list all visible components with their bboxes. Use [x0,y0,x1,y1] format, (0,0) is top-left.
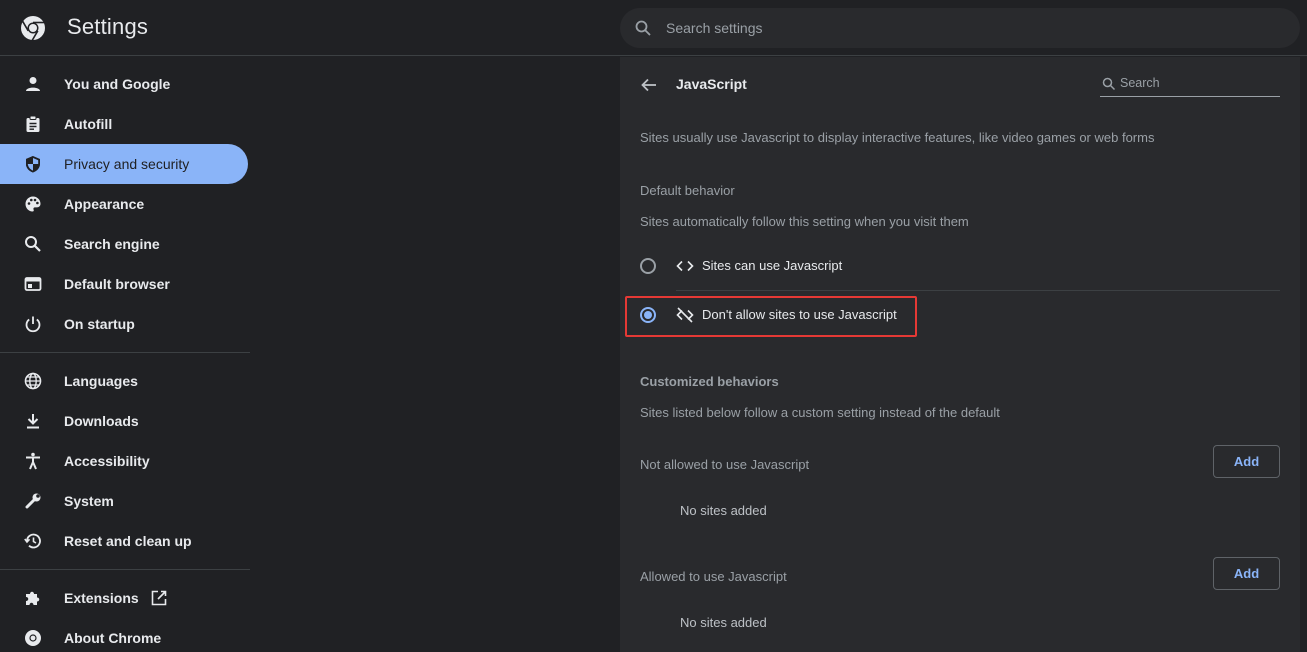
search-icon [635,20,651,36]
sidebar-item-label: Autofill [64,116,113,132]
sidebar-item-label: Accessibility [64,453,150,469]
person-icon [26,77,40,91]
sidebar-item-reset-and-clean-up[interactable]: Reset and clean up [0,521,248,561]
power-icon [25,316,41,333]
sidebar-item-on-startup[interactable]: On startup [0,304,248,344]
customized-behaviors-heading: Customized behaviors [640,374,779,389]
page-description: Sites usually use Javascript to display … [640,130,1155,145]
sidebar-item-label: Appearance [64,196,145,212]
search-icon [25,236,41,252]
sidebar-item-label: You and Google [64,76,171,92]
globe-icon [24,372,42,390]
sidebar-item-label: About Chrome [64,630,162,646]
puzzle-icon [26,591,40,605]
sidebar-item-languages[interactable]: Languages [0,361,248,401]
customized-behaviors-description: Sites listed below follow a custom setti… [640,405,1000,420]
sidebar-divider [0,569,250,570]
allowed-empty-text: No sites added [680,615,767,630]
sidebar-item-you-and-google[interactable]: You and Google [0,64,248,104]
sidebar-item-appearance[interactable]: Appearance [0,184,248,224]
javascript-settings-panel: JavaScript Sites usually use Javascript … [620,57,1300,652]
search-icon [1102,77,1116,91]
sidebar-item-privacy-and-security[interactable]: Privacy and security [0,144,248,184]
settings-search-box[interactable] [620,8,1300,48]
sidebar-item-about-chrome[interactable]: About Chrome [0,618,248,652]
browser-window-icon [24,277,42,291]
sidebar-item-label: Default browser [64,276,170,292]
sidebar-item-label: Privacy and security [64,156,190,172]
sidebar-divider [0,352,250,353]
sidebar-item-default-browser[interactable]: Default browser [0,264,248,304]
app-title: Settings [67,14,149,39]
page-title: JavaScript [676,76,747,92]
not-allowed-label: Not allowed to use Javascript [640,457,810,472]
sidebar: You and Google Autofill Privacy and secu… [0,57,250,652]
sidebar-item-label: System [64,493,114,509]
settings-search-input[interactable] [666,8,1266,48]
sidebar-item-downloads[interactable]: Downloads [0,401,248,441]
add-allowed-button[interactable]: Add [1213,557,1280,590]
allowed-label: Allowed to use Javascript [640,569,787,584]
download-icon [27,414,39,429]
option-divider [676,290,1280,291]
open-in-new-icon [151,590,167,606]
code-icon [676,260,694,272]
restore-icon [24,533,41,549]
sidebar-item-system[interactable]: System [0,481,248,521]
sidebar-item-label: Extensions [64,590,139,606]
wrench-icon [25,493,41,509]
sidebar-item-accessibility[interactable]: Accessibility [0,441,248,481]
add-not-allowed-button[interactable]: Add [1213,445,1280,478]
not-allowed-empty-text: No sites added [680,503,767,518]
accessibility-icon [26,452,40,470]
default-behavior-description: Sites automatically follow this setting … [640,214,969,229]
javascript-search-box[interactable] [1100,71,1280,97]
javascript-search-input[interactable] [1120,71,1278,95]
radio-button[interactable] [640,258,656,274]
highlight-box [625,296,917,337]
sidebar-item-search-engine[interactable]: Search engine [0,224,248,264]
sidebar-item-label: Reset and clean up [64,533,192,549]
chrome-icon [25,630,41,646]
sidebar-item-label: On startup [64,316,135,332]
radio-label: Sites can use Javascript [702,258,843,273]
clipboard-icon [26,115,40,132]
sidebar-item-label: Search engine [64,236,160,252]
shield-icon [26,156,40,173]
palette-icon [25,196,41,212]
default-behavior-heading: Default behavior [640,183,735,198]
sidebar-item-label: Downloads [64,413,139,429]
sidebar-item-extensions[interactable]: Extensions [0,578,248,618]
sidebar-item-label: Languages [64,373,138,389]
radio-option-allow-javascript[interactable]: Sites can use Javascript [640,246,1280,286]
top-bar: Settings [0,0,1307,56]
back-arrow-icon[interactable] [640,76,658,94]
sidebar-item-autofill[interactable]: Autofill [0,104,248,144]
chrome-logo-icon [21,16,45,41]
